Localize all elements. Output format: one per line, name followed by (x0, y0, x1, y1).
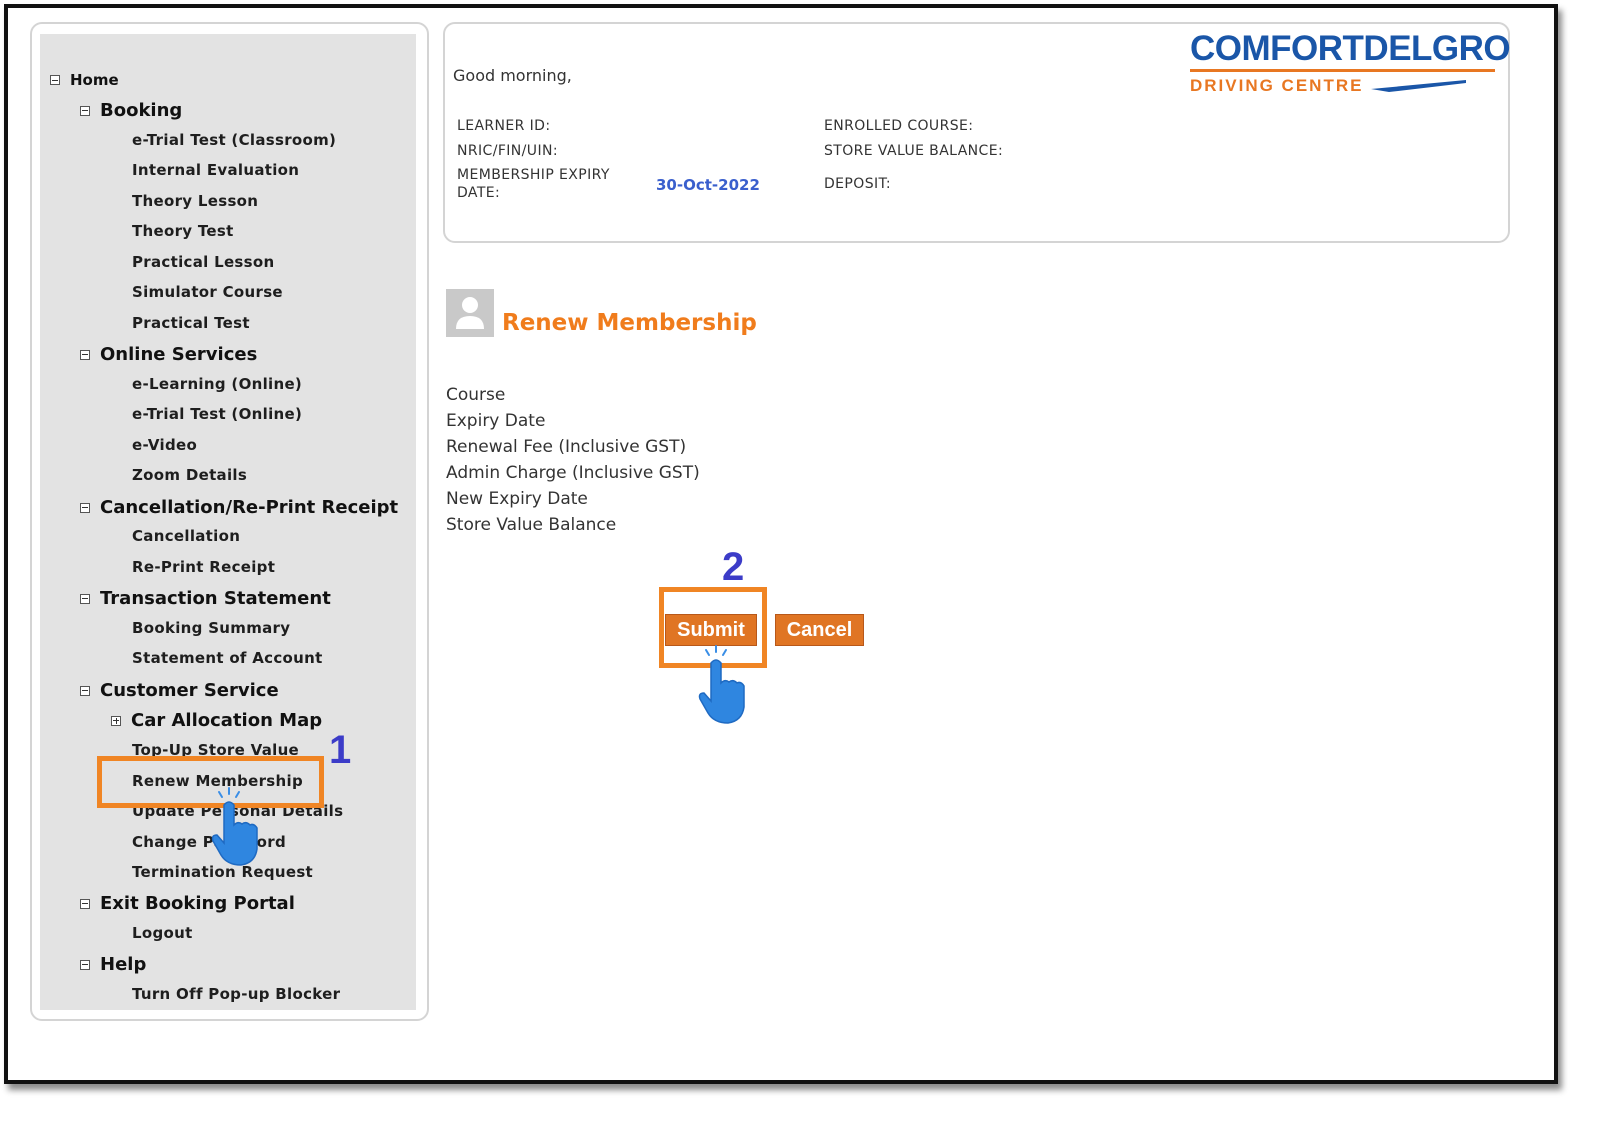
learner-id-label: LEARNER ID: (457, 118, 551, 134)
menu-item-zoom-details[interactable]: Zoom Details (132, 466, 247, 484)
cancel-button[interactable]: Cancel (775, 614, 864, 646)
logo-orange-bar (1190, 69, 1495, 72)
collapse-icon[interactable] (80, 349, 90, 360)
new-expiry-date-label: New Expiry Date (446, 489, 588, 509)
enrolled-course-label: ENROLLED COURSE: (824, 118, 974, 134)
menu-item-practical-test[interactable]: Practical Test (132, 314, 250, 332)
menu-item-practical-lesson[interactable]: Practical Lesson (132, 253, 274, 271)
menu-item-theory-lesson[interactable]: Theory Lesson (132, 192, 258, 210)
collapse-icon[interactable] (80, 593, 90, 604)
menu-item-reprint-receipt[interactable]: Re-Print Receipt (132, 558, 275, 576)
admin-charge-label: Admin Charge (Inclusive GST) (446, 463, 700, 483)
collapse-icon[interactable] (80, 105, 90, 116)
step1-number: 1 (329, 728, 352, 772)
collapse-icon[interactable] (80, 685, 90, 696)
user-icon (446, 289, 494, 337)
menu-item-e-trial-online[interactable]: e-Trial Test (Online) (132, 405, 302, 423)
collapse-icon[interactable] (80, 898, 90, 909)
menu-item-e-trial-classroom[interactable]: e-Trial Test (Classroom) (132, 131, 336, 149)
menu-item-simulator-course[interactable]: Simulator Course (132, 283, 283, 301)
menu-section-exit-booking-portal[interactable]: Exit Booking Portal (80, 893, 295, 914)
menu-item-e-learning[interactable]: e-Learning (Online) (132, 375, 302, 393)
hand-pointer-icon (211, 787, 258, 866)
menu-item-car-allocation-map[interactable]: Car Allocation Map (111, 710, 322, 731)
menu-section-booking[interactable]: Booking (80, 100, 182, 121)
collapse-icon[interactable] (80, 502, 90, 513)
renewal-fee-label: Renewal Fee (Inclusive GST) (446, 437, 687, 457)
menu-section-online-services[interactable]: Online Services (80, 344, 257, 365)
page-title: Renew Membership (502, 310, 757, 336)
collapse-icon[interactable] (50, 75, 60, 85)
course-label: Course (446, 385, 506, 405)
menu-item-statement-of-account[interactable]: Statement of Account (132, 649, 323, 667)
membership-expiry-value: 30-Oct-2022 (656, 176, 760, 194)
membership-expiry-label-line2: DATE: (457, 185, 501, 201)
logo-sub-text: DRIVING CENTRE (1190, 76, 1364, 95)
comfortdelgro-logo: COMFORTDELGRO DRIVING CENTRE (1190, 29, 1511, 96)
menu-item-theory-test[interactable]: Theory Test (132, 222, 234, 240)
collapse-icon[interactable] (80, 959, 90, 970)
greeting-text: Good morning, (453, 66, 572, 85)
menu-item-cancellation[interactable]: Cancellation (132, 527, 240, 545)
menu-item-booking-summary[interactable]: Booking Summary (132, 619, 290, 637)
logo-sub-row: DRIVING CENTRE (1190, 76, 1510, 96)
expiry-date-label: Expiry Date (446, 411, 546, 431)
logo-swoosh-icon (1371, 80, 1467, 92)
menu-item-e-video[interactable]: e-Video (132, 436, 197, 454)
hand-pointer-icon (698, 645, 745, 724)
menu-section-help[interactable]: Help (80, 954, 146, 975)
deposit-label: DEPOSIT: (824, 176, 892, 192)
step2-number: 2 (722, 545, 745, 589)
nric-label: NRIC/FIN/UIN: (457, 143, 558, 159)
menu-item-turn-off-popup-blocker[interactable]: Turn Off Pop-up Blocker (132, 985, 340, 1003)
menu-home[interactable]: Home (50, 71, 119, 89)
menu-section-cancellation[interactable]: Cancellation/Re-Print Receipt (80, 497, 398, 518)
menu-item-internal-evaluation[interactable]: Internal Evaluation (132, 161, 299, 179)
store-value-balance-field-label: Store Value Balance (446, 515, 617, 535)
menu-section-customer-service[interactable]: Customer Service (80, 680, 279, 701)
menu-section-transaction-statement[interactable]: Transaction Statement (80, 588, 331, 609)
logo-main-text: COMFORTDELGRO (1190, 29, 1511, 68)
expand-icon[interactable] (111, 715, 121, 726)
menu-item-logout[interactable]: Logout (132, 924, 193, 942)
membership-expiry-label-line1: MEMBERSHIP EXPIRY (457, 167, 610, 183)
store-value-balance-label: STORE VALUE BALANCE: (824, 143, 1004, 159)
